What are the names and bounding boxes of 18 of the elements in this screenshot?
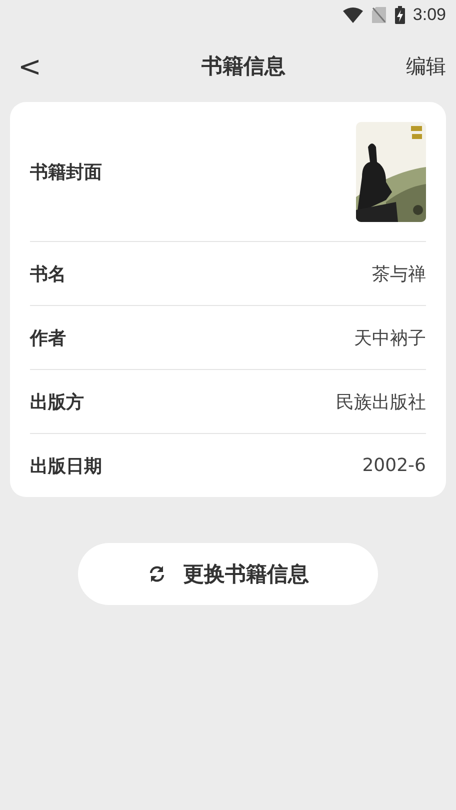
no-sim-icon — [372, 7, 386, 23]
field-value: 2002-6 — [362, 455, 426, 476]
field-value: 天中衲子 — [354, 326, 426, 350]
field-label: 出版日期 — [30, 454, 102, 478]
field-label: 书籍封面 — [30, 160, 102, 184]
refresh-icon — [147, 564, 167, 584]
field-label: 作者 — [30, 326, 66, 350]
field-label: 书名 — [30, 262, 66, 286]
field-label: 出版方 — [30, 390, 84, 414]
edit-button[interactable]: 编辑 — [406, 52, 446, 80]
change-info-button[interactable]: 更换书籍信息 — [78, 543, 378, 605]
wifi-icon — [342, 7, 363, 23]
field-value: 民族出版社 — [336, 390, 426, 414]
page-title: 书籍信息 — [202, 53, 286, 80]
battery-charging-icon — [394, 6, 405, 24]
status-time: 3:09 — [412, 5, 446, 25]
back-button[interactable]: < — [14, 50, 46, 82]
field-value: 茶与禅 — [372, 262, 426, 286]
